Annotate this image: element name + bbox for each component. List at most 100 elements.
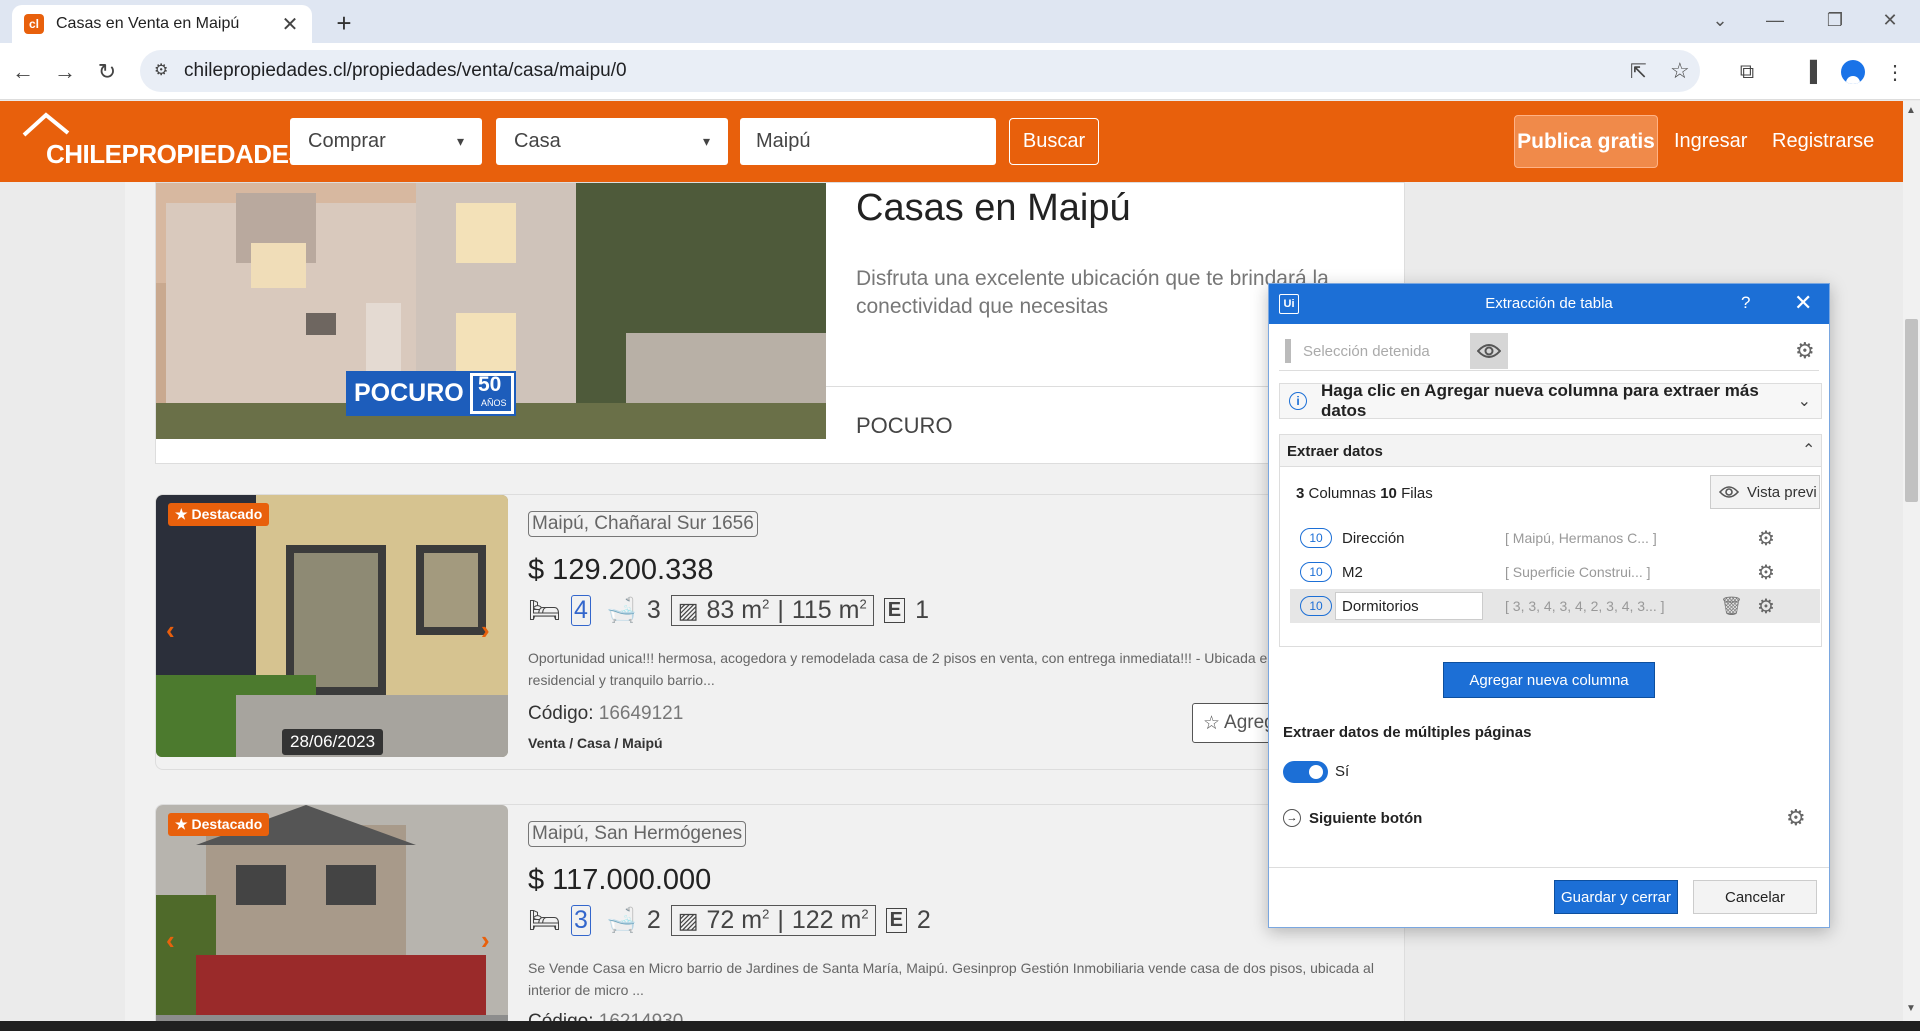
listing-description: Oportunidad unica!!! hermosa, acogedora …	[528, 650, 1337, 688]
operation-value: Comprar	[308, 130, 386, 152]
add-column-button[interactable]: Agregar nueva columna	[1443, 662, 1655, 698]
window-close-icon[interactable]: ✕	[1860, 0, 1920, 40]
multi-page-label: Extraer datos de múltiples páginas	[1283, 724, 1532, 741]
listing-photo[interactable]: ★ Destacado ‹ ›	[156, 805, 508, 1031]
url-text: chilepropiedades.cl/propiedades/venta/ca…	[184, 60, 627, 81]
built-surface: 72 m	[706, 906, 763, 934]
search-button[interactable]: Buscar	[1009, 118, 1099, 165]
cancel-button[interactable]: Cancelar	[1693, 880, 1817, 914]
surface-icon: ▨	[677, 597, 699, 623]
listing-breadcrumb[interactable]: Venta / Casa / Maipú	[528, 735, 663, 751]
rows-count: 10	[1380, 485, 1397, 502]
column-row-selected[interactable]: 10 Dormitorios [ 3, 3, 4, 3, 4, 2, 3, 4,…	[1290, 589, 1820, 623]
browser-tab[interactable]: cl Casas en Venta en Maipú ✕	[12, 5, 312, 43]
divider	[1269, 867, 1829, 868]
new-tab-icon[interactable]: +	[328, 8, 360, 40]
listing-price: $ 117.000.000	[528, 864, 712, 896]
logo-roof-icon	[22, 112, 70, 137]
surface-icon: ▨	[677, 907, 699, 933]
featured-banner[interactable]: POCURO 50 AÑOS Casas en Maipú Disfruta u…	[155, 182, 1406, 464]
address-bar[interactable]: ⚙ chilepropiedades.cl/propiedades/venta/…	[140, 50, 1700, 92]
chevron-down-icon[interactable]: ⌄	[1798, 391, 1811, 411]
column-row[interactable]: 10 Dirección [ Maipú, Hermanos C... ] ⚙	[1290, 521, 1820, 555]
listing-code: Código: 16649121	[528, 703, 683, 725]
extract-data-section: Extraer datos ⌃ 3 Columnas 10 Filas Vist…	[1279, 434, 1822, 647]
save-and-close-button[interactable]: Guardar y cerrar	[1554, 880, 1678, 914]
column-name-input[interactable]: Dormitorios	[1335, 592, 1483, 620]
minimize-icon[interactable]: —	[1745, 0, 1805, 40]
scroll-up-icon[interactable]: ▲	[1906, 105, 1916, 116]
register-link[interactable]: Registrarse	[1772, 130, 1874, 153]
listing-address[interactable]: Maipú, Chañaral Sur 1656	[528, 511, 758, 537]
next-photo-icon[interactable]: ›	[481, 925, 490, 956]
prev-photo-icon[interactable]: ‹	[166, 925, 175, 956]
page-scrollbar[interactable]: ▲ ▼	[1903, 101, 1920, 1031]
site-info-icon[interactable]: ⚙	[154, 60, 168, 80]
site-favicon-icon: cl	[24, 14, 44, 34]
listing-features: 🛏 3 🛁 2 ▨ 72 m2 | 122 m2 E 2	[528, 905, 931, 936]
surface-unit-exp: 2	[762, 906, 770, 922]
scrollbar-thumb[interactable]	[1905, 319, 1918, 502]
settings-gear-icon[interactable]: ⚙	[1795, 338, 1815, 364]
column-row[interactable]: 10 M2 [ Superficie Construi... ] ⚙	[1290, 555, 1820, 589]
code-value: 16649121	[598, 703, 684, 724]
tab-close-icon[interactable]: ✕	[280, 12, 300, 37]
code-label: Código:	[528, 703, 594, 724]
listing-card[interactable]: ★ Destacado ‹ › 28/06/2023 Maipú, Chañar…	[155, 494, 1405, 770]
help-icon[interactable]: ?	[1741, 293, 1750, 313]
bookmark-star-icon[interactable]: ☆	[1670, 58, 1690, 84]
close-icon[interactable]: ✕	[1794, 290, 1812, 316]
tab-search-icon[interactable]: ⌄	[1690, 0, 1750, 40]
column-name[interactable]: Dirección	[1342, 530, 1405, 547]
operation-select[interactable]: Comprar ▾	[290, 118, 482, 165]
share-icon[interactable]: ⇱	[1630, 59, 1647, 84]
bed-icon: 🛏	[528, 905, 562, 935]
section-header[interactable]: Extraer datos ⌃	[1280, 435, 1821, 467]
info-banner[interactable]: i Haga clic en Agregar nueva columna par…	[1279, 381, 1822, 420]
badge-label: Destacado	[191, 816, 263, 832]
column-settings-gear-icon[interactable]: ⚙	[1757, 526, 1775, 551]
next-button-row[interactable]: → Siguiente botón	[1283, 809, 1422, 827]
next-photo-icon[interactable]: ›	[481, 615, 490, 646]
os-taskbar	[0, 1021, 1920, 1031]
location-input[interactable]: Maipú	[740, 118, 996, 165]
column-preview: [ 3, 3, 4, 3, 4, 2, 3, 4, 3... ]	[1505, 598, 1665, 614]
back-icon[interactable]: ←	[6, 55, 40, 89]
arrow-right-circle-icon: →	[1283, 809, 1301, 827]
scroll-down-icon[interactable]: ▼	[1906, 1003, 1916, 1014]
prev-photo-icon[interactable]: ‹	[166, 615, 175, 646]
total-surface: 122 m	[791, 906, 862, 934]
next-button-settings-gear-icon[interactable]: ⚙	[1786, 805, 1806, 831]
column-name[interactable]: M2	[1342, 564, 1363, 581]
star-icon: ★	[175, 506, 192, 522]
listing-address[interactable]: Maipú, San Hermógenes	[528, 821, 747, 847]
featured-title: Casas en Maipú	[856, 187, 1131, 229]
listing-card[interactable]: ★ Destacado ‹ › Maipú, San Hermógenes $ …	[155, 804, 1405, 1031]
featured-badge: ★ Destacado	[168, 503, 270, 526]
reload-icon[interactable]: ↻	[90, 55, 124, 89]
restore-icon[interactable]: ❐	[1805, 0, 1865, 40]
preview-toggle-button[interactable]	[1470, 333, 1508, 369]
selection-status: Selección detenida	[1303, 343, 1430, 360]
pause-icon[interactable]	[1285, 339, 1291, 363]
profile-icon[interactable]	[1836, 55, 1870, 89]
login-link[interactable]: Ingresar	[1674, 130, 1747, 153]
property-type-value: Casa	[514, 130, 561, 152]
column-preview: [ Maipú, Hermanos C... ]	[1505, 530, 1657, 546]
menu-icon[interactable]: ⋮	[1878, 55, 1912, 89]
dialog-titlebar[interactable]: Ui Extracción de tabla ? ✕	[1269, 284, 1829, 324]
forward-icon[interactable]: →	[48, 55, 82, 89]
trash-icon[interactable]: 🗑	[1720, 596, 1743, 617]
extensions-icon[interactable]: ⧉	[1730, 55, 1764, 89]
preview-button[interactable]: Vista previ	[1710, 475, 1820, 509]
column-settings-gear-icon[interactable]: ⚙	[1757, 560, 1775, 585]
multi-page-toggle[interactable]	[1283, 761, 1328, 783]
publish-button[interactable]: Publica gratis	[1514, 115, 1658, 168]
sidebar-icon[interactable]: ▐	[1793, 55, 1827, 89]
browser-toolbar: ← → ↻ ⚙ chilepropiedades.cl/propiedades/…	[0, 43, 1920, 100]
listing-photo[interactable]: ★ Destacado ‹ › 28/06/2023	[156, 495, 508, 757]
property-type-select[interactable]: Casa ▾	[496, 118, 728, 165]
bath-icon: 🛁	[606, 597, 637, 624]
chevron-up-icon[interactable]: ⌃	[1802, 440, 1815, 460]
column-settings-gear-icon[interactable]: ⚙	[1757, 594, 1775, 619]
